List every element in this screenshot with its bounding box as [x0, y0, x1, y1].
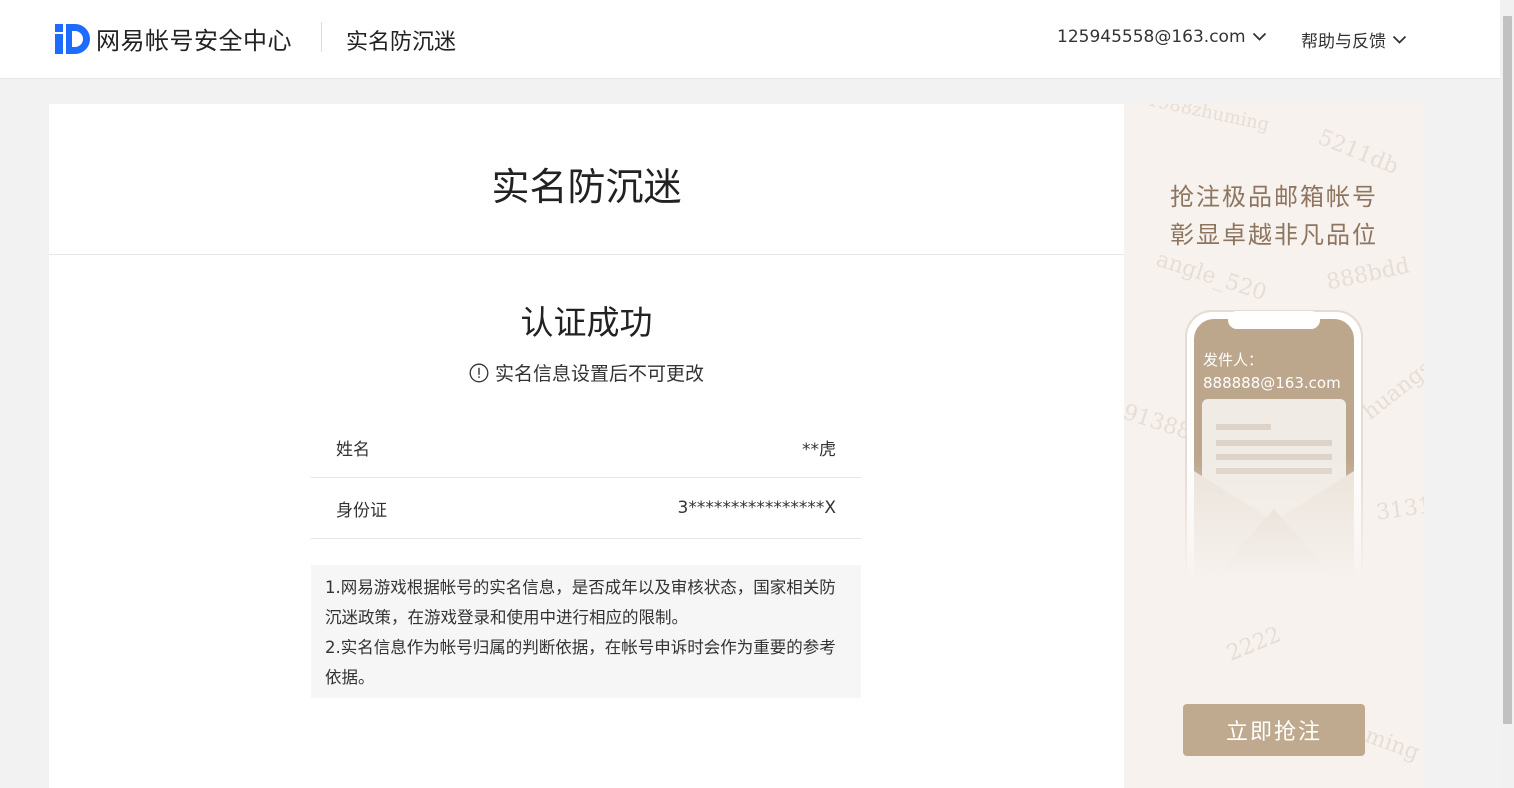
ad-watermark: 31313 [1374, 491, 1424, 526]
header-page-subtitle: 实名防沉迷 [346, 30, 457, 55]
account-menu[interactable]: 125945558@163.com [1057, 27, 1267, 47]
help-feedback-label: 帮助与反馈 [1301, 32, 1386, 52]
title-divider [49, 254, 1124, 255]
register-now-button[interactable]: 立即抢注 [1183, 704, 1365, 756]
info-row-id-card: 身份证 3****************X [311, 478, 861, 539]
phone-illustration: 发件人： 888888@163.com [1184, 309, 1364, 579]
ad-watermark: 2222 [1223, 622, 1285, 667]
notice-text: 实名信息设置后不可更改 [494, 363, 704, 385]
id-logo-icon [55, 23, 90, 54]
ad-sender-email: 888888@163.com [1203, 374, 1341, 392]
ad-headline-line: 彰显卓越非凡品位 [1170, 221, 1378, 249]
chevron-down-icon [1392, 35, 1407, 44]
top-header: 网易帐号安全中心 实名防沉迷 125945558@163.com 帮助与反馈 [0, 0, 1500, 79]
row-label: 姓名 [336, 439, 370, 460]
ad-watermark: 1988zhuming [1145, 104, 1272, 136]
immutable-notice: 实名信息设置后不可更改 [49, 359, 1124, 386]
chevron-down-icon [1252, 32, 1266, 41]
logo-text: 网易帐号安全中心 [96, 27, 292, 55]
tip-item: 1.网易游戏根据帐号的实名信息，是否成年以及审核状态，国家相关防沉迷政策，在游戏… [325, 578, 836, 627]
page-title: 实名防沉迷 [491, 165, 682, 209]
scrollbar-thumb[interactable] [1503, 16, 1512, 724]
info-row-name: 姓名 **虎 [311, 417, 861, 478]
ad-sender-label: 发件人： [1203, 351, 1264, 369]
row-label: 身份证 [336, 500, 387, 521]
tips-box: 1.网易游戏根据帐号的实名信息，是否成年以及审核状态，国家相关防沉迷政策，在游戏… [311, 565, 861, 698]
account-email: 125945558@163.com [1057, 27, 1246, 47]
identity-info-table: 姓名 **虎 身份证 3****************X [311, 417, 861, 539]
row-value: **虎 [802, 439, 836, 460]
success-title: 认证成功 [520, 303, 653, 342]
tip-item: 2.实名信息作为帐号归属的判断依据，在帐号申诉时会作为重要的参考依据。 [325, 638, 836, 687]
header-divider [321, 22, 322, 52]
main-card: 实名防沉迷 认证成功 实名信息设置后不可更改 姓名 **虎 身份证 3*****… [49, 104, 1124, 788]
row-value: 3****************X [677, 498, 836, 518]
ad-watermark: ming [1361, 723, 1423, 766]
page-scrollbar[interactable] [1500, 0, 1514, 788]
exclamation-circle-icon [469, 363, 489, 382]
ad-headline-line: 抢注极品邮箱帐号 [1170, 183, 1378, 211]
ad-watermark: huangsy [1358, 347, 1424, 426]
ad-watermark: 5211db [1314, 125, 1402, 180]
ad-watermark: 888bdd [1324, 253, 1412, 296]
mailbox-ad-banner[interactable]: 1988zhuming 5211db angle_520 888bdd 9138… [1124, 104, 1424, 788]
logo[interactable]: 网易帐号安全中心 [54, 21, 292, 56]
ad-watermark: angle_520 [1152, 246, 1270, 307]
help-feedback-menu[interactable]: 帮助与反馈 [1301, 27, 1407, 52]
ad-headline: 抢注极品邮箱帐号 彰显卓越非凡品位 [1124, 178, 1424, 254]
